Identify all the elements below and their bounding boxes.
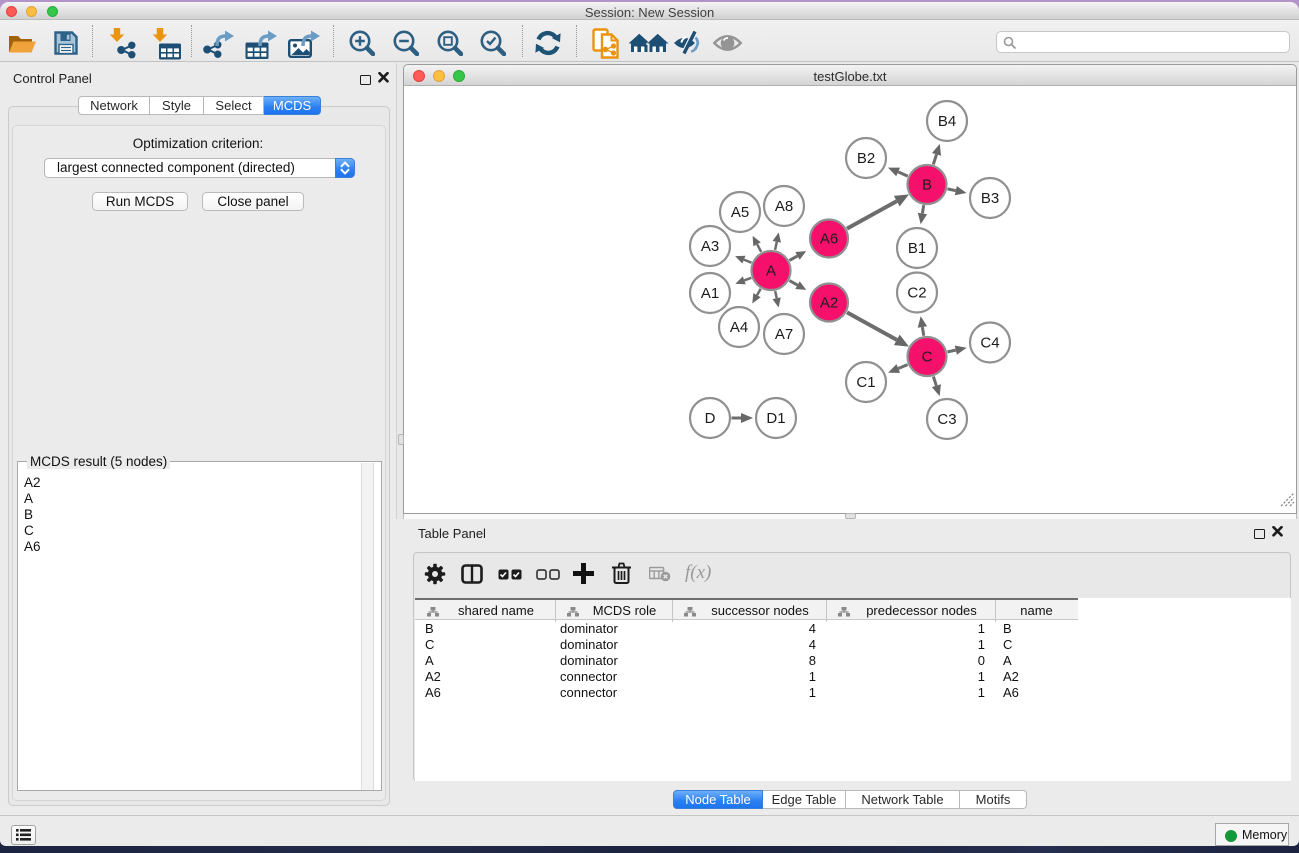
svg-text:C3: C3 [937, 411, 956, 428]
svg-text:A8: A8 [775, 198, 793, 215]
svg-text:A7: A7 [775, 326, 793, 343]
svg-text:B: B [922, 177, 932, 194]
svg-text:C1: C1 [856, 374, 875, 391]
svg-text:B3: B3 [981, 190, 999, 207]
svg-text:A6: A6 [820, 231, 838, 248]
svg-text:B2: B2 [857, 150, 875, 167]
svg-text:C2: C2 [907, 285, 926, 302]
svg-text:A3: A3 [701, 238, 719, 255]
svg-text:A2: A2 [820, 295, 838, 312]
svg-text:D1: D1 [766, 410, 785, 427]
svg-text:C: C [922, 349, 933, 366]
svg-text:A: A [766, 263, 776, 280]
svg-text:B4: B4 [938, 113, 956, 130]
svg-text:D: D [705, 410, 716, 427]
svg-text:C4: C4 [980, 335, 999, 352]
svg-text:B1: B1 [908, 240, 926, 257]
svg-text:A1: A1 [701, 285, 719, 302]
svg-text:A4: A4 [730, 319, 748, 336]
svg-text:A5: A5 [731, 204, 749, 221]
